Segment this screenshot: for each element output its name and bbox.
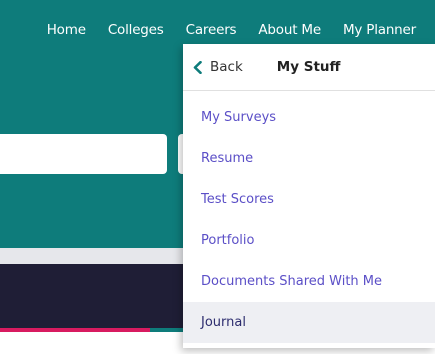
menu-item-journal[interactable]: Journal [183,302,435,343]
search-input[interactable] [0,134,167,174]
back-label: Back [210,59,243,75]
back-button[interactable]: Back [193,59,243,75]
dropdown-title: My Stuff [276,59,341,75]
accent-bar-pink [0,328,150,332]
nav-home-link[interactable]: Home [47,22,86,38]
menu-item-test-scores[interactable]: Test Scores [183,179,435,220]
menu-item-documents-shared[interactable]: Documents Shared With Me [183,261,435,302]
nav-careers-link[interactable]: Careers [186,22,237,38]
nav-my-planner-link[interactable]: My Planner [343,22,416,38]
menu-item-resume[interactable]: Resume [183,138,435,179]
dropdown-header: Back My Stuff [183,44,435,91]
chevron-left-icon [193,60,202,74]
menu-item-my-surveys[interactable]: My Surveys [183,97,435,138]
nav-colleges-link[interactable]: Colleges [108,22,164,38]
nav-about-me-link[interactable]: About Me [258,22,321,38]
my-stuff-dropdown-menu: Back My Stuff My Surveys Resume Test Sco… [183,44,435,348]
menu-item-portfolio[interactable]: Portfolio [183,220,435,261]
